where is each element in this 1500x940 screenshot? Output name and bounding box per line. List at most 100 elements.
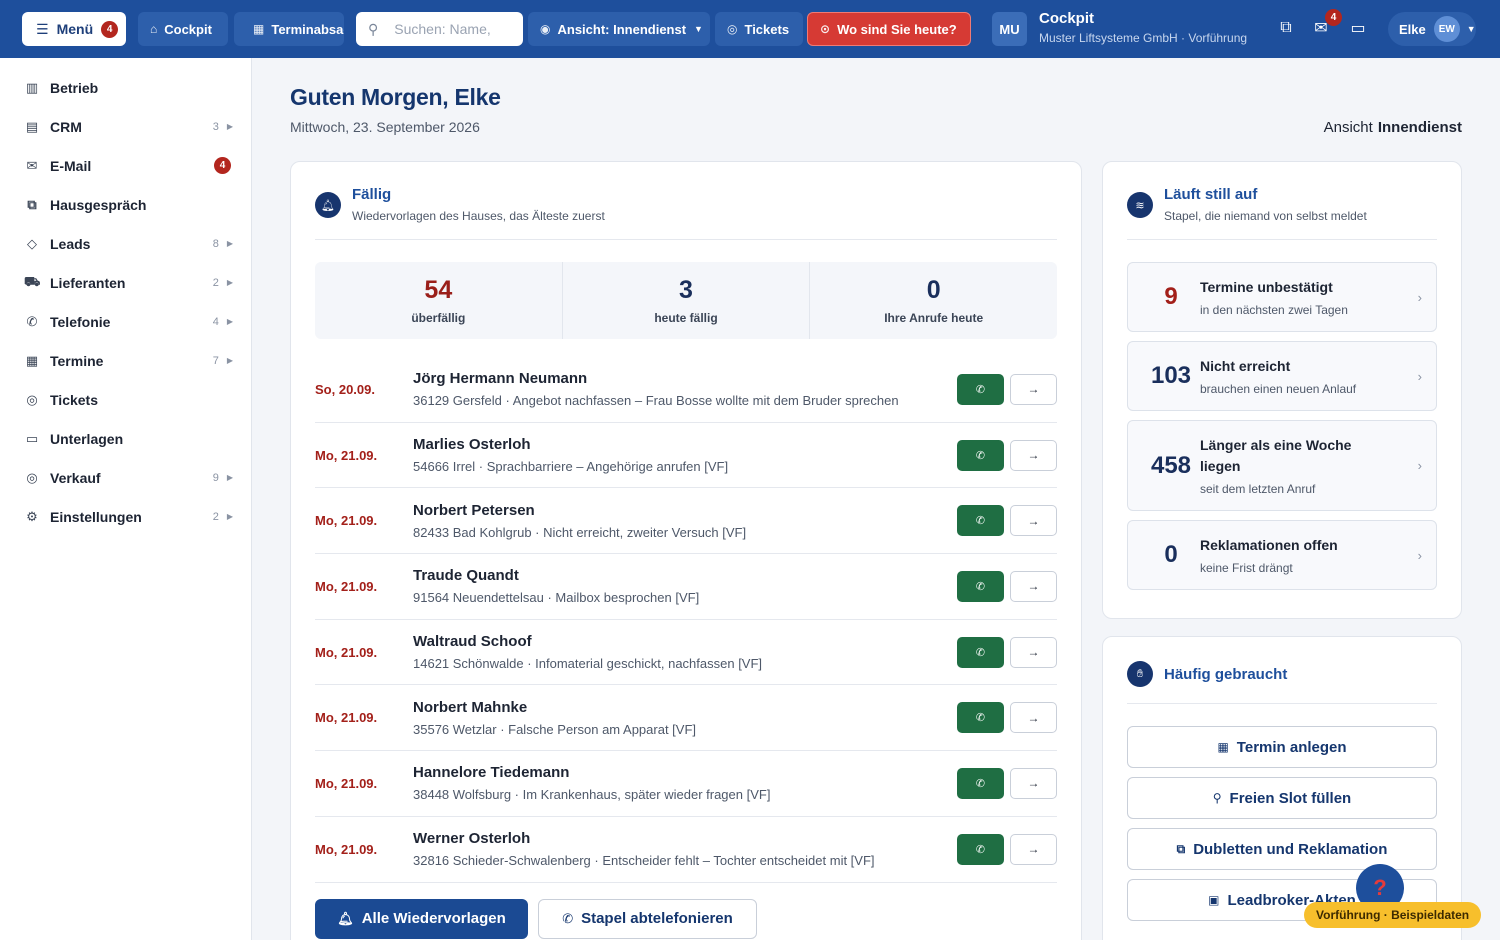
menu-button[interactable]: ☰ Menü 4 xyxy=(22,12,126,46)
avatar: EW xyxy=(1433,16,1460,42)
table-row[interactable]: Mo, 21.09. Norbert Petersen 82433 Bad Koh… xyxy=(315,488,1057,555)
hand-icon: ✋︎ xyxy=(1127,661,1153,687)
phone-icon: ✆ xyxy=(975,383,986,396)
arrow-right-icon: → xyxy=(1027,579,1040,594)
question-icon: ? xyxy=(1373,875,1387,900)
call-button[interactable]: ✆ xyxy=(957,702,1004,734)
queue-item-stale[interactable]: 458 Länger als eine Woche liegen seit dem… xyxy=(1127,420,1437,511)
sidebar-item-label: Unterlagen xyxy=(50,430,124,447)
table-row[interactable]: So, 20.09. Jörg Hermann Neumann 36129 Ger… xyxy=(315,357,1057,423)
open-button[interactable]: → xyxy=(1010,505,1057,537)
row-detail: 54666 Irrel · Sprachbarriere – Angehörig… xyxy=(413,459,729,475)
phone-icon: ✆ xyxy=(975,646,986,659)
sidebar-item-betrieb[interactable]: ▥ Betrieb xyxy=(0,68,251,107)
queue-count: 9 xyxy=(1164,283,1178,310)
sidebar-item-telefonie[interactable]: ✆ Telefonie 4 ▶ xyxy=(0,302,251,341)
user-menu[interactable]: Elke EW ▼ xyxy=(1388,12,1476,46)
all-followups-button[interactable]: 🔔︎ Alle Wiedervorlagen xyxy=(315,898,528,939)
sidebar-item-crm[interactable]: ▤ CRM 3 ▶ xyxy=(0,107,251,146)
batch-call-button[interactable]: ✆ Stapel abtelefonieren xyxy=(538,898,757,939)
current-date: Mittwoch, 23. September 2026 xyxy=(290,119,480,135)
call-button[interactable]: ✆ xyxy=(957,833,1004,865)
queue-item-unconfirmed[interactable]: 9 Termine unbestätigt in den nächsten zwe… xyxy=(1127,262,1437,332)
open-button[interactable]: → xyxy=(1010,767,1057,799)
calendar-icon: ▦ xyxy=(25,352,39,368)
queue-count: 458 xyxy=(1150,451,1192,479)
call-button[interactable]: ✆ xyxy=(957,767,1004,799)
sidebar-item-hausgespraech[interactable]: ⧉ Hausgespräch xyxy=(0,185,251,224)
sidebar-item-label: CRM xyxy=(50,118,82,135)
terminabsage-button[interactable]: ▦ Terminabsage xyxy=(234,12,344,46)
fill-slot-button[interactable]: ⚲ Freien Slot füllen xyxy=(1127,777,1437,819)
sidebar-item-count: 7 xyxy=(212,354,219,367)
view-label: Ansicht xyxy=(1323,119,1373,136)
table-row[interactable]: Mo, 21.09. Waltraud Schoof 14621 Schönwal… xyxy=(315,620,1057,686)
phone-icon: ✆ xyxy=(975,777,986,790)
table-row[interactable]: Mo, 21.09. Traude Quandt 91564 Neuendette… xyxy=(315,554,1057,620)
table-row[interactable]: Mo, 21.09. Werner Osterloh 32816 Schieder… xyxy=(315,817,1057,883)
silent-queue-title: Läuft still auf xyxy=(1164,186,1258,203)
sidebar-item-lieferanten[interactable]: ⛟ Lieferanten 2 ▶ xyxy=(0,263,251,302)
open-button[interactable]: → xyxy=(1010,439,1057,471)
call-button[interactable]: ✆ xyxy=(957,570,1004,602)
sidebar-item-email[interactable]: ✉ E-Mail 4 xyxy=(0,146,251,185)
queue-sub: in den nächsten zwei Tagen xyxy=(1200,303,1348,317)
fill-slot-label: Freien Slot füllen xyxy=(1229,789,1352,807)
sidebar-item-termine[interactable]: ▦ Termine 7 ▶ xyxy=(0,341,251,380)
row-date: So, 20.09. xyxy=(315,381,375,397)
cockpit-label: Cockpit xyxy=(164,21,212,37)
sidebar-item-tickets[interactable]: ◎ Tickets xyxy=(0,380,251,419)
call-button[interactable]: ✆ xyxy=(957,439,1004,471)
stat-overdue[interactable]: 54 überfällig xyxy=(315,262,563,339)
phone-icon: ✆ xyxy=(26,313,38,329)
location-checkin-label: Wo sind Sie heute? xyxy=(837,21,957,37)
chat-button[interactable]: ⧉ xyxy=(1275,17,1297,39)
sidebar-item-leads[interactable]: ◇ Leads 8 ▶ xyxy=(0,224,251,263)
folder-button[interactable]: ▭ xyxy=(1347,17,1369,39)
search-input[interactable] xyxy=(394,21,515,37)
sidebar-item-unterlagen[interactable]: ▭ Unterlagen xyxy=(0,419,251,458)
table-row[interactable]: Mo, 21.09. Hannelore Tiedemann 38448 Wolf… xyxy=(315,751,1057,817)
table-row[interactable]: Mo, 21.09. Norbert Mahnke 35576 Wetzlar ·… xyxy=(315,685,1057,752)
cockpit-button[interactable]: ⌂ Cockpit xyxy=(138,12,228,46)
stat-value: 3 xyxy=(679,276,693,304)
copy-icon: ⧉ xyxy=(1176,841,1186,856)
phone-icon: ✆ xyxy=(975,449,986,462)
inbox-button[interactable]: ✉ 4 xyxy=(1310,9,1342,39)
location-checkin-button[interactable]: ⊙ Wo sind Sie heute? xyxy=(807,12,971,46)
sidebar-item-verkauf[interactable]: ◎ Verkauf 9 ▶ xyxy=(0,458,251,497)
stat-my-calls[interactable]: 0 Ihre Anrufe heute xyxy=(810,262,1057,339)
stat-due-today[interactable]: 3 heute fällig xyxy=(563,262,811,339)
call-button[interactable]: ✆ xyxy=(957,505,1004,537)
search-box[interactable]: ⚲ xyxy=(356,12,523,46)
duplicates-button[interactable]: ⧉ Dubletten und Reklamation xyxy=(1127,828,1437,870)
sidebar-item-label: E-Mail xyxy=(50,157,92,174)
open-button[interactable]: → xyxy=(1010,373,1057,405)
queue-item-complaints[interactable]: 0 Reklamationen offen keine Frist drängt … xyxy=(1127,520,1437,590)
all-followups-label: Alle Wiedervorlagen xyxy=(361,910,506,927)
sidebar-item-einstellungen[interactable]: ⚙ Einstellungen 2 ▶ xyxy=(0,497,251,536)
row-name: Norbert Mahnke xyxy=(413,698,528,716)
row-name: Waltraud Schoof xyxy=(413,633,532,651)
tickets-button[interactable]: ◎ Tickets xyxy=(715,12,803,46)
view-switch-button[interactable]: ◉ Ansicht: Innendienst ▼ xyxy=(528,12,710,46)
contacts-icon: ▤ xyxy=(25,118,39,134)
sidebar-item-label: Einstellungen xyxy=(50,508,142,525)
chat-icon: ⧉ xyxy=(27,196,37,212)
eye-icon: ◉ xyxy=(540,22,551,36)
queue-item-not-reached[interactable]: 103 Nicht erreicht brauchen einen neuen A… xyxy=(1127,341,1437,411)
open-button[interactable]: → xyxy=(1010,636,1057,668)
queue-title: Termine unbestätigt xyxy=(1200,279,1333,295)
due-actions: 🔔︎ Alle Wiedervorlagen ✆ Stapel abtelefo… xyxy=(315,898,1057,939)
queue-title: Reklamationen offen xyxy=(1200,537,1338,553)
call-button[interactable]: ✆ xyxy=(957,636,1004,668)
org-avatar[interactable]: MU xyxy=(992,12,1027,46)
open-button[interactable]: → xyxy=(1010,570,1057,602)
open-button[interactable]: → xyxy=(1010,833,1057,865)
sidebar: ▥ Betrieb ▤ CRM 3 ▶ ✉ E-Mail 4 ⧉ Hausges… xyxy=(0,58,252,940)
call-button[interactable]: ✆ xyxy=(957,373,1004,405)
create-appointment-button[interactable]: ▦ Termin anlegen xyxy=(1127,726,1437,768)
table-row[interactable]: Mo, 21.09. Marlies Osterloh 54666 Irrel ·… xyxy=(315,423,1057,489)
open-button[interactable]: → xyxy=(1010,702,1057,734)
sidebar-item-badge: 4 xyxy=(214,157,231,174)
